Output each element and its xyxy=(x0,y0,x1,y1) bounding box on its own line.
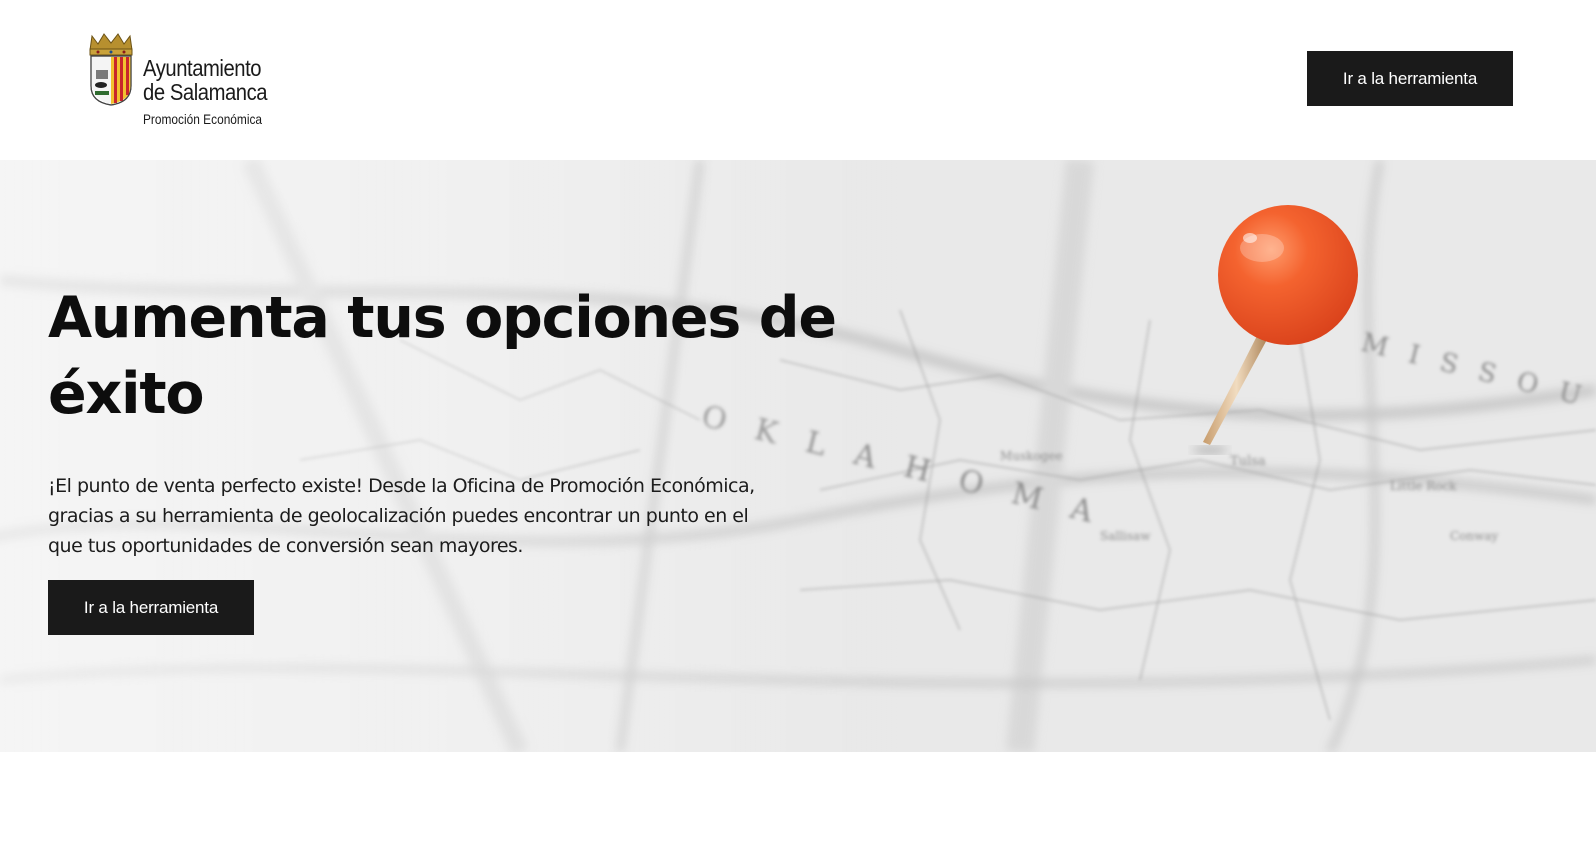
site-header: Ayuntamiento de Salamanca Promoción Econ… xyxy=(0,0,1596,160)
hero-section: OKLAHOMA MISSOURI Tulsa Muskogee Little … xyxy=(0,160,1596,752)
header-tool-button[interactable]: Ir a la herramienta xyxy=(1307,51,1513,106)
svg-text:Tulsa: Tulsa xyxy=(1230,454,1266,469)
hero-description: ¡El punto de venta perfecto existe! Desd… xyxy=(48,475,755,557)
hero-tool-button[interactable]: Ir a la herramienta xyxy=(48,580,254,635)
svg-text:Muskogee: Muskogee xyxy=(1000,449,1063,463)
logo-text-promocion: Promoción Económica xyxy=(143,111,263,127)
map-pushpin-image: OKLAHOMA MISSOURI Tulsa Muskogee Little … xyxy=(0,160,1596,752)
logo-text-ayuntamiento: Ayuntamiento xyxy=(143,55,262,81)
svg-text:Conway: Conway xyxy=(1450,529,1499,543)
page-bottom-spacer xyxy=(0,752,1596,852)
logo-text-salamanca: de Salamanca xyxy=(143,79,268,105)
page: Ayuntamiento de Salamanca Promoción Econ… xyxy=(0,0,1596,852)
coat-of-arms-icon xyxy=(89,33,133,106)
site-logo[interactable]: Ayuntamiento de Salamanca Promoción Econ… xyxy=(86,30,286,130)
svg-text:Sallisaw: Sallisaw xyxy=(1100,529,1151,543)
svg-text:Little Rock: Little Rock xyxy=(1390,479,1457,493)
hero-title: Aumenta tus opciones de éxito xyxy=(48,285,837,427)
